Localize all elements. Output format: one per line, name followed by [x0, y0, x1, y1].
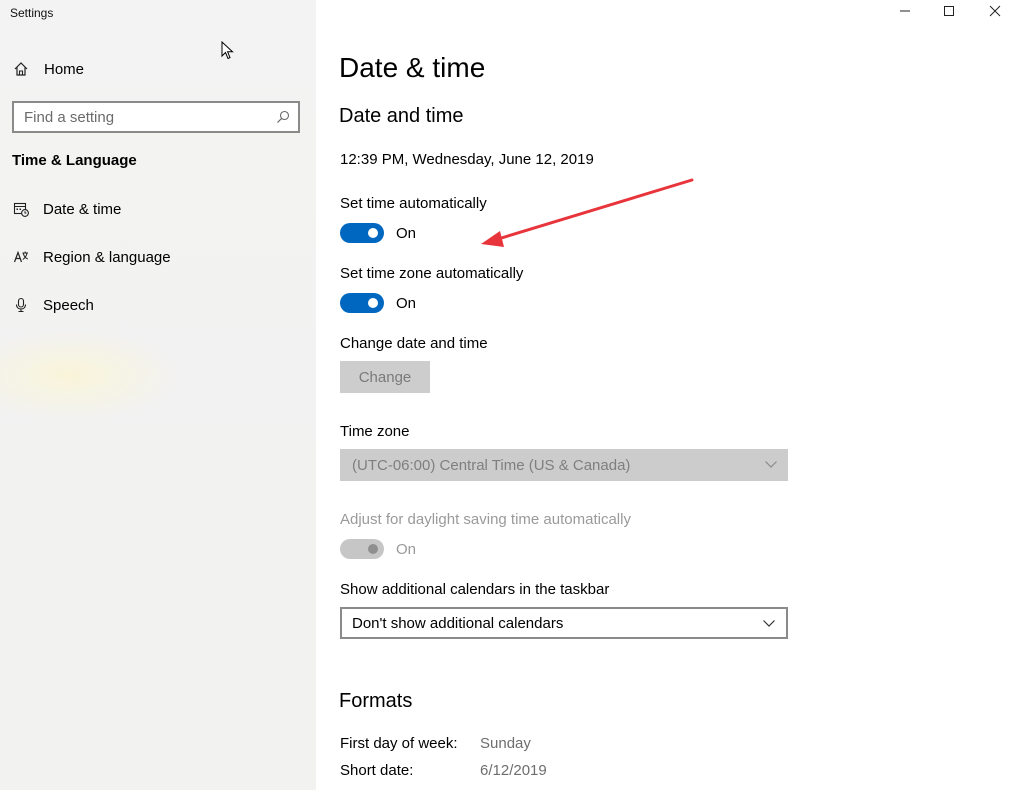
sidebar-item-date-time[interactable]: Date & time	[12, 198, 302, 220]
set-time-auto-toggle[interactable]	[340, 223, 384, 243]
format-value-first-day: Sunday	[480, 735, 531, 752]
set-time-auto-label: Set time automatically	[340, 195, 487, 212]
sidebar-item-region-language[interactable]: Region & language	[12, 246, 302, 268]
calendar-clock-icon	[12, 201, 29, 218]
time-zone-value: (UTC-06:00) Central Time (US & Canada)	[352, 456, 631, 474]
sidebar-glow	[0, 330, 180, 420]
daylight-saving-toggle[interactable]	[340, 539, 384, 559]
app-title: Settings	[10, 6, 54, 20]
sidebar-item-label: Speech	[43, 296, 94, 314]
format-key-short-date: Short date:	[340, 762, 414, 779]
search-icon[interactable]	[268, 103, 298, 131]
time-zone-label: Time zone	[340, 423, 410, 440]
format-key-first-day: First day of week:	[340, 735, 458, 752]
toggle-knob	[368, 544, 378, 554]
home-icon	[12, 61, 29, 78]
additional-calendars-select[interactable]: Don't show additional calendars	[340, 607, 788, 639]
section-title-formats: Formats	[339, 690, 413, 712]
sidebar-item-speech[interactable]: Speech	[12, 294, 302, 316]
close-icon	[989, 4, 1001, 22]
sidebar-item-label: Date & time	[43, 200, 122, 218]
daylight-saving-state: On	[396, 541, 417, 558]
daylight-saving-label: Adjust for daylight saving time automati…	[340, 511, 631, 528]
set-timezone-auto-label: Set time zone automatically	[340, 265, 524, 282]
set-time-auto-state: On	[396, 225, 417, 242]
maximize-icon	[943, 4, 955, 22]
chevron-down-icon	[765, 461, 777, 468]
toggle-knob	[368, 228, 378, 238]
current-datetime: 12:39 PM, Wednesday, June 12, 2019	[340, 151, 594, 168]
change-button[interactable]: Change	[340, 361, 430, 393]
mouse-cursor-icon	[221, 41, 234, 60]
language-icon	[12, 249, 29, 266]
additional-calendars-value: Don't show additional calendars	[352, 614, 564, 632]
sidebar-item-label: Home	[44, 60, 85, 78]
search-box[interactable]	[12, 101, 300, 133]
time-zone-select[interactable]: (UTC-06:00) Central Time (US & Canada)	[340, 449, 788, 481]
chevron-down-icon	[763, 620, 775, 627]
sidebar-item-home[interactable]: Home	[12, 58, 302, 80]
page-title: Date & time	[339, 52, 486, 83]
close-button[interactable]	[972, 0, 1013, 26]
change-date-time-label: Change date and time	[340, 335, 488, 352]
microphone-icon	[12, 297, 29, 314]
minimize-icon	[899, 4, 911, 22]
set-timezone-auto-state: On	[396, 295, 417, 312]
sidebar: Settings Home Time & Language Date & tim…	[0, 0, 316, 790]
toggle-knob	[368, 298, 378, 308]
section-title-date-time: Date and time	[339, 105, 464, 127]
minimize-button[interactable]	[882, 0, 928, 26]
sidebar-section-title: Time & Language	[12, 152, 137, 169]
search-input[interactable]	[14, 104, 268, 130]
additional-calendars-label: Show additional calendars in the taskbar	[340, 581, 610, 598]
maximize-button[interactable]	[926, 0, 972, 26]
set-timezone-auto-toggle[interactable]	[340, 293, 384, 313]
format-value-short-date: 6/12/2019	[480, 762, 547, 779]
sidebar-item-label: Region & language	[43, 248, 171, 266]
